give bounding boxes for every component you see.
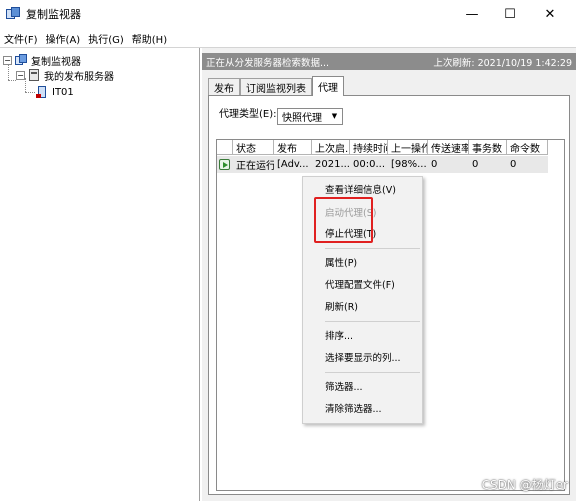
running-status-icon-cell — [217, 156, 233, 173]
replication-monitor-app-icon — [6, 7, 20, 21]
cell-publication: [Adv... — [277, 159, 309, 170]
table-row[interactable]: 正在运行 [Adv... 2021... 00:0... [98%... 0 0… — [217, 156, 548, 173]
cell-commands: 0 — [510, 159, 517, 170]
highlight-annotation-box — [314, 197, 373, 243]
tab-publications[interactable]: 发布 — [208, 78, 240, 96]
tab-strip: 发布 订阅监视列表 代理 — [208, 76, 344, 96]
menu-action[interactable]: 操作(A) — [46, 31, 81, 46]
cell-last-action: [98%... — [391, 159, 427, 170]
cell-status: 正在运行 — [236, 161, 274, 172]
column-header-delivery-rate[interactable]: 传送速率 — [428, 140, 469, 155]
tree-item-my-publishers[interactable]: − 我的发布服务器 — [16, 68, 114, 83]
menu-item-view-details[interactable]: 查看详细信息(V) — [325, 182, 396, 196]
column-header-last-start[interactable]: 上次启... — [312, 140, 350, 155]
navigation-tree[interactable]: − 复制监视器 − 我的发布服务器 IT01 — [0, 48, 200, 501]
column-header-duration[interactable]: 持续时间 — [350, 140, 388, 155]
tab-subscription-watch-list[interactable]: 订阅监视列表 — [240, 78, 312, 96]
running-play-icon — [219, 159, 230, 170]
menu-separator — [325, 372, 420, 373]
grid-header: 状态 发布 上次启... 持续时间 上一操作 传送速率 事务数 命令数 — [217, 140, 548, 155]
maximize-button[interactable]: ☐ — [490, 0, 530, 28]
status-header-bar: 正在从分发服务器检索数据... 上次刷新: 2021/10/19 1:42:29 — [202, 53, 576, 70]
tree-item-replication-monitor[interactable]: − 复制监视器 — [3, 53, 81, 68]
server-icon — [36, 86, 48, 98]
window-title: 复制监视器 — [26, 8, 81, 21]
menu-item-agent-profile[interactable]: 代理配置文件(F) — [325, 277, 395, 291]
menu-separator — [325, 321, 420, 322]
last-refresh-text: 上次刷新: 2021/10/19 1:42:29 — [433, 57, 572, 69]
agent-type-dropdown[interactable]: 快照代理 ▼ — [277, 108, 343, 125]
agent-type-label: 代理类型(E): — [219, 109, 277, 120]
cell-delivery-rate: 0 — [431, 159, 438, 170]
retrieval-status-text: 正在从分发服务器检索数据... — [206, 57, 330, 69]
column-header-last-action[interactable]: 上一操作 — [388, 140, 428, 155]
agent-type-value: 快照代理 — [282, 113, 322, 124]
column-header-status[interactable]: 状态 — [233, 140, 274, 155]
menu-item-choose-columns[interactable]: 选择要显示的列... — [325, 350, 401, 364]
menu-help[interactable]: 帮助(H) — [132, 31, 167, 46]
cell-last-start: 2021... — [315, 159, 350, 170]
menu-item-properties[interactable]: 属性(P) — [325, 255, 357, 269]
menu-separator — [325, 248, 420, 249]
collapse-toggle-icon[interactable]: − — [3, 55, 12, 65]
column-header-commands[interactable]: 命令数 — [507, 140, 548, 155]
tree-connector — [25, 92, 35, 93]
cell-transactions: 0 — [472, 159, 479, 170]
column-header-transactions[interactable]: 事务数 — [469, 140, 507, 155]
dropdown-arrow-icon: ▼ — [331, 112, 338, 120]
minimize-button[interactable]: — — [452, 0, 492, 28]
column-header-publication[interactable]: 发布 — [274, 140, 312, 155]
replication-monitor-icon — [15, 54, 27, 66]
menu-item-filter[interactable]: 筛选器... — [325, 379, 363, 393]
collapse-toggle-icon[interactable]: − — [16, 70, 25, 80]
tree-connector — [8, 80, 16, 81]
menu-go[interactable]: 执行(G) — [88, 31, 124, 46]
tree-item-label: 我的发布服务器 — [44, 71, 114, 83]
menu-item-sort[interactable]: 排序... — [325, 328, 353, 342]
tree-item-label: IT01 — [52, 86, 74, 98]
cell-duration: 00:0... — [353, 159, 385, 170]
title-bar: 复制监视器 — ☐ ✕ — [0, 0, 576, 28]
tab-agents[interactable]: 代理 — [312, 76, 344, 96]
publisher-group-icon — [28, 69, 40, 81]
watermark: CSDN @杨灯er — [481, 478, 568, 492]
menu-bar: 文件(F) 操作(A) 执行(G) 帮助(H) — [0, 30, 576, 46]
menu-item-clear-filter[interactable]: 清除筛选器... — [325, 401, 382, 415]
column-header-icon — [217, 140, 233, 155]
menu-item-refresh[interactable]: 刷新(R) — [325, 299, 358, 313]
menu-file[interactable]: 文件(F) — [4, 31, 38, 46]
tree-item-label: 复制监视器 — [31, 56, 81, 68]
tree-item-server-it01[interactable]: IT01 — [36, 85, 74, 99]
close-button[interactable]: ✕ — [530, 0, 570, 28]
